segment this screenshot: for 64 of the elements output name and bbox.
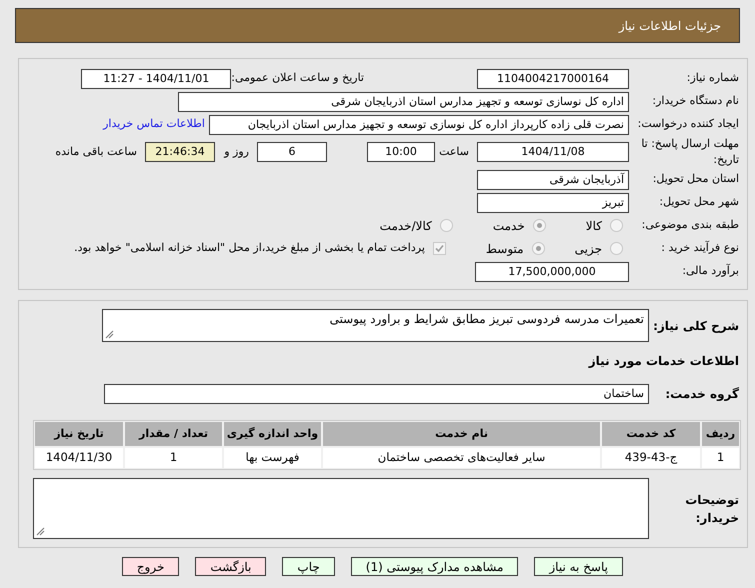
input-field[interactable]: 1404/11/08 xyxy=(477,142,629,162)
field-label: ساعت باقی مانده xyxy=(55,144,138,160)
radio-button[interactable] xyxy=(440,219,453,232)
field-label: شهر محل تحویل: xyxy=(658,194,740,210)
field-label: نام دستگاه خریدار: xyxy=(651,93,740,110)
field-label: توضیحات خریدار: xyxy=(684,492,740,526)
action-button[interactable]: خروج xyxy=(122,557,180,576)
column-header: تعداد / مقدار xyxy=(125,422,222,446)
input-field[interactable]: 6 xyxy=(257,142,327,162)
table-cell: 1404/11/30 xyxy=(35,448,123,468)
input-field[interactable]: اداره کل نوسازی توسعه و تجهیز مدارس استان اذربایجان شرقی xyxy=(178,92,629,112)
resize-grip-icon xyxy=(105,330,114,339)
radio-label: کالا xyxy=(586,218,602,234)
column-header: نام خدمت xyxy=(323,422,600,446)
countdown-field[interactable]: 21:46:34 xyxy=(145,142,215,162)
notes-textarea[interactable] xyxy=(33,478,649,539)
header-title: جزئیات اطلاعات نیاز xyxy=(618,18,721,34)
action-button[interactable]: پاسخ به نیاز xyxy=(534,557,623,576)
input-field[interactable]: 10:00 xyxy=(367,142,435,162)
field-label: روز و xyxy=(222,144,250,160)
radio-label: کالا/خدمت xyxy=(380,218,432,234)
table-cell: فهرست بها xyxy=(224,448,321,468)
input-field[interactable]: ساختمان xyxy=(104,384,649,404)
contact-link[interactable]: اطلاعات تماس خریدار xyxy=(103,116,205,133)
action-button[interactable]: چاپ xyxy=(282,557,335,576)
column-header: تاریخ نیاز xyxy=(35,422,123,446)
radio-button[interactable] xyxy=(610,219,623,232)
table-cell: سایر فعالیت‌های تخصصی ساختمان xyxy=(323,448,600,468)
resize-grip-icon xyxy=(36,527,45,536)
radio-button[interactable] xyxy=(610,242,623,255)
field-label: ساعت xyxy=(438,144,470,160)
input-field[interactable]: آذربایجان شرقی xyxy=(477,170,629,190)
radio-label: متوسط xyxy=(486,240,524,258)
input-field[interactable]: 1404/11/01 - 11:27 xyxy=(81,68,232,88)
action-button[interactable]: بازگشت xyxy=(195,557,266,576)
column-header: واحد اندازه گیری xyxy=(224,422,321,446)
field-label: استان محل تحویل: xyxy=(652,171,740,188)
field-label: شماره نیاز: xyxy=(686,70,740,86)
field-label: برآورد مالی: xyxy=(681,263,740,280)
input-field[interactable]: تبریز xyxy=(477,192,629,212)
field-label: طبقه بندی موضوعی: xyxy=(640,217,740,234)
radio-label: جزیی xyxy=(574,240,602,258)
checkbox[interactable] xyxy=(432,242,446,255)
field-label: تاریخ و ساعت اعلان عمومی: xyxy=(231,70,365,86)
input-field[interactable]: نصرت قلی زاده کارپرداز اداره کل نوسازی توسعه و تجهیز مدارس استان اذربایجان xyxy=(209,114,629,134)
section-title: اطلاعات خدمات مورد نیاز xyxy=(588,354,739,368)
treasury-note: پرداخت تمام یا بخشی از مبلغ خرید،از محل "اسناد خزانه اسلامی" خواهد بود. xyxy=(74,240,425,256)
radio-button[interactable] xyxy=(532,242,545,255)
input-field[interactable]: 1104004217000164 xyxy=(477,68,629,88)
radio-button[interactable] xyxy=(532,219,546,232)
action-button[interactable]: مشاهده مدارک پیوستی (1) xyxy=(350,557,518,576)
column-header: کد خدمت xyxy=(602,422,700,446)
column-header: ردیف xyxy=(702,422,739,446)
field-label: گروه خدمت: xyxy=(664,386,740,403)
description-textarea[interactable]: تعمیرات مدرسه فردوسی تبریز مطابق شرایط و براورد پیوستی xyxy=(102,309,649,342)
table-cell: ج-43-439 xyxy=(602,448,700,468)
field-label: مهلت ارسال پاسخ: تا تاریخ: xyxy=(640,136,740,168)
field-label: نوع فرآیند خرید : xyxy=(660,240,740,256)
field-label: شرح کلی نیاز: xyxy=(652,318,740,335)
table-cell: 1 xyxy=(125,448,222,468)
table-cell: 1 xyxy=(702,448,739,468)
field-label: ایجاد کننده درخواست: xyxy=(636,116,740,132)
radio-label: خدمت xyxy=(492,218,525,234)
input-field[interactable]: 17,500,000,000 xyxy=(475,262,629,282)
